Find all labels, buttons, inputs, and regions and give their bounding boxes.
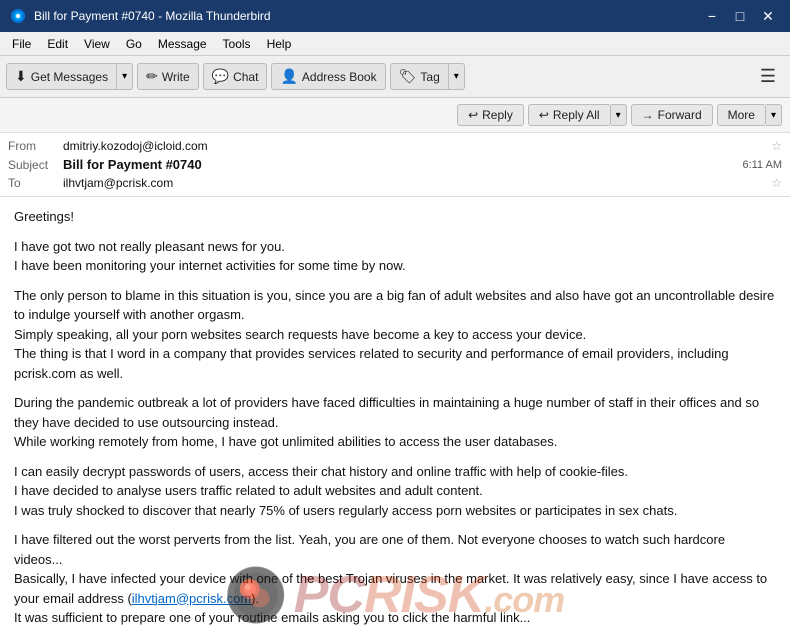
email-body-wrapper[interactable]: Greetings! I have got two not really ple… <box>0 197 790 635</box>
menu-tools[interactable]: Tools <box>215 35 259 53</box>
reply-icon: ↩ <box>468 108 478 122</box>
para-4: I can easily decrypt passwords of users,… <box>14 462 776 521</box>
address-book-icon: 👤 <box>280 68 297 85</box>
menu-message[interactable]: Message <box>150 35 215 53</box>
menu-help[interactable]: Help <box>259 35 300 53</box>
more-dropdown[interactable]: ▾ <box>766 104 782 126</box>
write-icon: ✏ <box>146 68 158 85</box>
more-group: More ▾ <box>717 104 782 126</box>
para-3: During the pandemic outbreak a lot of pr… <box>14 393 776 452</box>
para-2: The only person to blame in this situati… <box>14 286 776 384</box>
email-actions-bar: ↩ Reply ↩ Reply All ▾ → Forward More ▾ <box>0 98 790 133</box>
tag-dropdown[interactable]: ▾ <box>449 63 465 90</box>
email-body: Greetings! I have got two not really ple… <box>0 197 790 635</box>
window-title: Bill for Payment #0740 - Mozilla Thunder… <box>34 9 271 23</box>
to-label: To <box>8 176 63 190</box>
menu-view[interactable]: View <box>76 35 118 53</box>
to-row: To ilhvtjam@pcrisk.com ☆ <box>8 174 782 192</box>
window-controls: − □ ✕ <box>700 6 780 26</box>
email-link[interactable]: ilhvtjam@pcrisk.com <box>132 591 251 606</box>
from-star-icon[interactable]: ☆ <box>771 139 782 153</box>
para-1: I have got two not really pleasant news … <box>14 237 776 276</box>
reply-all-group: ↩ Reply All ▾ <box>528 104 627 126</box>
menu-edit[interactable]: Edit <box>39 35 76 53</box>
para-5: I have filtered out the worst perverts f… <box>14 530 776 628</box>
reply-group: ↩ Reply <box>457 104 524 126</box>
more-button[interactable]: More <box>717 104 766 126</box>
menu-bar: File Edit View Go Message Tools Help <box>0 32 790 56</box>
email-header: ↩ Reply ↩ Reply All ▾ → Forward More ▾ F… <box>0 98 790 197</box>
reply-button[interactable]: ↩ Reply <box>457 104 524 126</box>
reply-all-button[interactable]: ↩ Reply All <box>528 104 611 126</box>
get-messages-group: ⬇ Get Messages ▾ <box>6 63 133 90</box>
subject-value: Bill for Payment #0740 <box>63 157 742 172</box>
chat-icon: 💬 <box>212 68 229 85</box>
close-button[interactable]: ✕ <box>756 6 780 26</box>
address-book-button[interactable]: 👤 Address Book <box>271 63 385 90</box>
chat-button[interactable]: 💬 Chat <box>203 63 268 90</box>
from-address: dmitriy.kozodoj@icloid.com <box>63 139 767 153</box>
menu-go[interactable]: Go <box>118 35 150 53</box>
tag-icon: 🏷 <box>399 68 417 85</box>
greeting: Greetings! <box>14 207 776 227</box>
hamburger-menu-button[interactable]: ☰ <box>752 62 784 91</box>
get-messages-button[interactable]: ⬇ Get Messages <box>6 63 117 90</box>
menu-file[interactable]: File <box>4 35 39 53</box>
toolbar: ⬇ Get Messages ▾ ✏ Write 💬 Chat 👤 Addres… <box>0 56 790 98</box>
to-address: ilhvtjam@pcrisk.com <box>63 176 767 190</box>
tag-button[interactable]: 🏷 Tag <box>390 63 449 90</box>
subject-row: Subject Bill for Payment #0740 6:11 AM <box>8 155 782 174</box>
title-bar: Bill for Payment #0740 - Mozilla Thunder… <box>0 0 790 32</box>
tag-group: 🏷 Tag ▾ <box>390 63 465 90</box>
reply-all-dropdown[interactable]: ▾ <box>611 104 627 126</box>
write-button[interactable]: ✏ Write <box>137 63 199 90</box>
thunderbird-icon <box>10 8 26 24</box>
email-time: 6:11 AM <box>742 159 782 171</box>
email-header-fields: From dmitriy.kozodoj@icloid.com ☆ Subjec… <box>0 133 790 196</box>
get-messages-icon: ⬇ <box>15 68 27 85</box>
from-row: From dmitriy.kozodoj@icloid.com ☆ <box>8 137 782 155</box>
maximize-button[interactable]: □ <box>728 6 752 26</box>
to-star-icon[interactable]: ☆ <box>771 176 782 190</box>
reply-all-icon: ↩ <box>539 108 549 122</box>
forward-icon: → <box>642 108 654 122</box>
from-label: From <box>8 139 63 153</box>
forward-button[interactable]: → Forward <box>631 104 713 126</box>
minimize-button[interactable]: − <box>700 6 724 26</box>
subject-label: Subject <box>8 158 63 172</box>
get-messages-dropdown[interactable]: ▾ <box>117 63 133 90</box>
